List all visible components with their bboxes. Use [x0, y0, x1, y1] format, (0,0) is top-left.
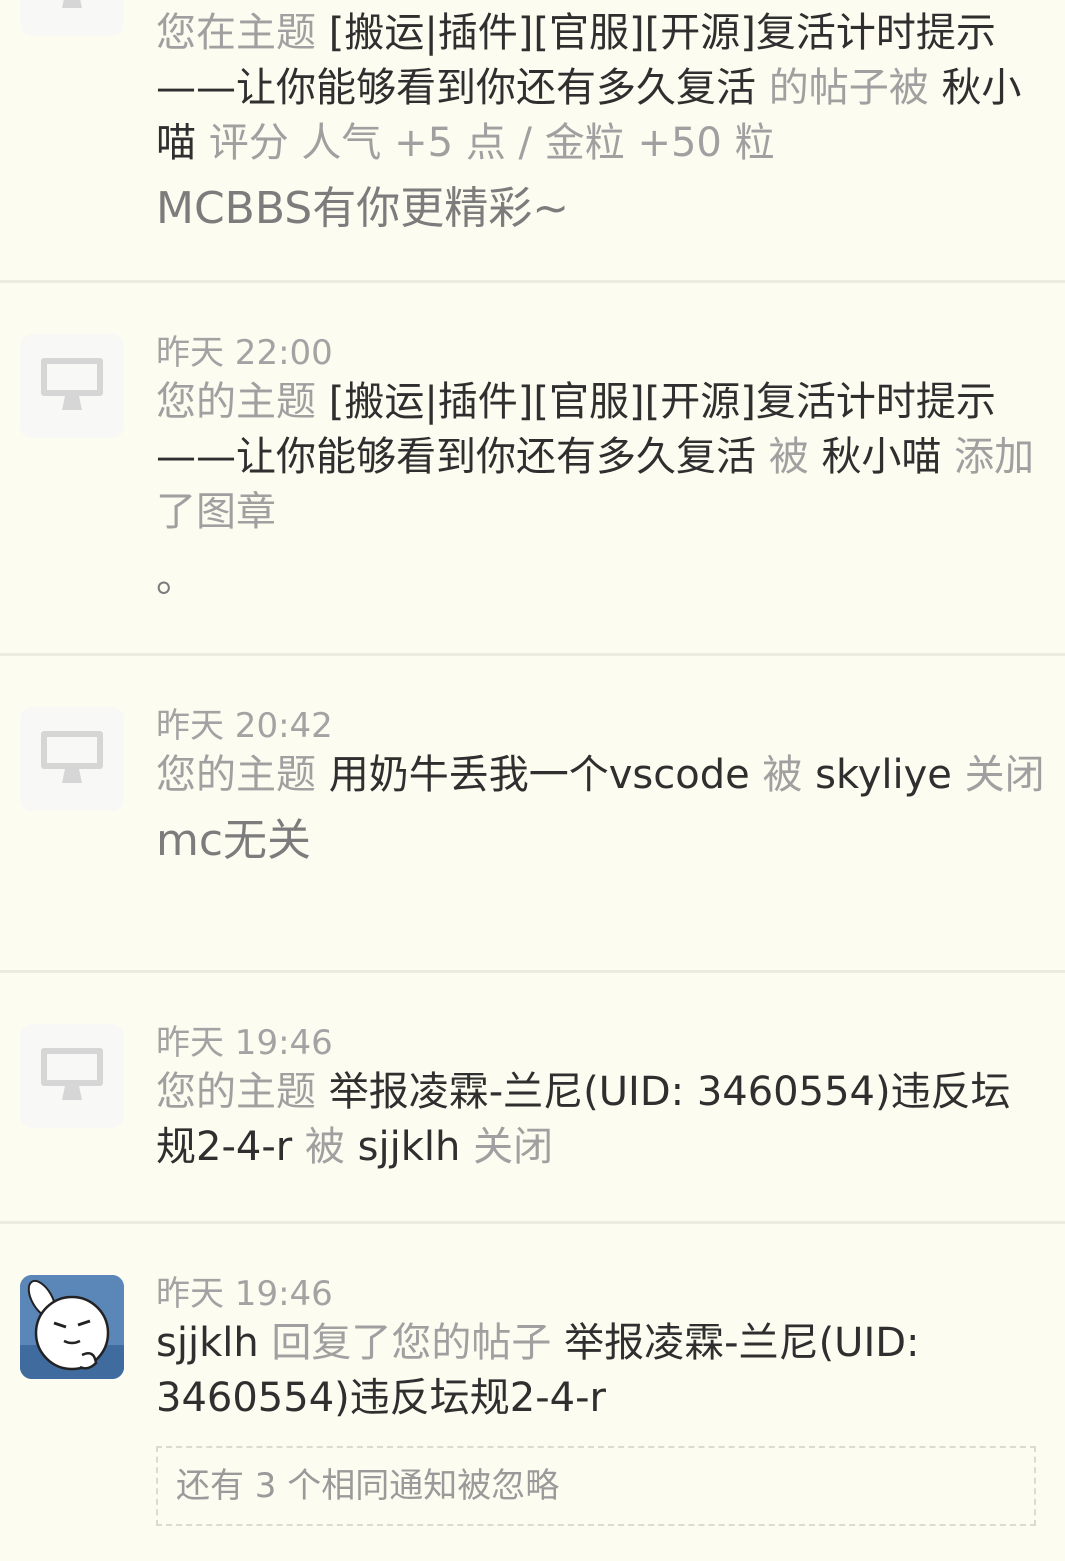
notification-item: 昨天 20:42 您的主题 用奶牛丢我一个vscode 被 skyliye 关闭…: [0, 656, 1065, 970]
notification-time: 昨天 20:42: [156, 706, 333, 746]
notification-item: 昨天 22:00 您的主题 [搬运|插件][官服][开源]复活计时提示——让你能…: [0, 283, 1065, 653]
notification-message: sjjklh 回复了您的帖子 举报凌霖-兰尼(UID: 3460554)违反坛规…: [156, 1320, 920, 1421]
monitor-icon: [62, 0, 82, 8]
rabbit-avatar-icon: [20, 1275, 124, 1379]
notification-time: 昨天 19:46: [156, 1274, 333, 1314]
system-avatar[interactable]: [20, 0, 124, 36]
ignored-notifications-box[interactable]: 还有 3 个相同通知被忽略: [156, 1446, 1036, 1526]
system-avatar[interactable]: [20, 334, 124, 438]
notification-message: 您的主题 举报凌霖-兰尼(UID: 3460554)违反坛规2-4-r 被 sj…: [156, 1069, 1011, 1170]
monitor-icon: [41, 1048, 103, 1100]
system-avatar[interactable]: [20, 707, 124, 811]
thread-link[interactable]: 用奶牛丢我一个vscode: [329, 752, 750, 798]
user-link[interactable]: sjjklh: [156, 1320, 259, 1366]
notification-message: 您的主题 用奶牛丢我一个vscode 被 skyliye 关闭: [156, 752, 1045, 798]
user-link[interactable]: 秋小喵: [821, 434, 941, 480]
user-link[interactable]: sjjklh: [358, 1124, 461, 1170]
notification-message: 您的主题 [搬运|插件][官服][开源]复活计时提示——让你能够看到你还有多久复…: [156, 379, 1035, 535]
user-avatar[interactable]: [20, 1275, 124, 1379]
monitor-icon: [41, 731, 103, 783]
notification-time: 昨天 19:46: [156, 1023, 333, 1063]
system-avatar[interactable]: [20, 1024, 124, 1128]
notification-note: 。: [156, 555, 196, 601]
notification-item: 您在主题 [搬运|插件][官服][开源]复活计时提示——让你能够看到你还有多久复…: [0, 0, 1065, 280]
notification-note: MCBBS有你更精彩~: [156, 183, 570, 234]
notification-message: 您在主题 [搬运|插件][官服][开源]复活计时提示——让你能够看到你还有多久复…: [156, 10, 1022, 166]
monitor-icon: [41, 358, 103, 410]
user-link[interactable]: skyliye: [815, 752, 952, 798]
notification-note: mc无关: [156, 815, 312, 866]
notification-time: 昨天 22:00: [156, 333, 333, 373]
notification-item: 昨天 19:46 您的主题 举报凌霖-兰尼(UID: 3460554)违反坛规2…: [0, 973, 1065, 1221]
